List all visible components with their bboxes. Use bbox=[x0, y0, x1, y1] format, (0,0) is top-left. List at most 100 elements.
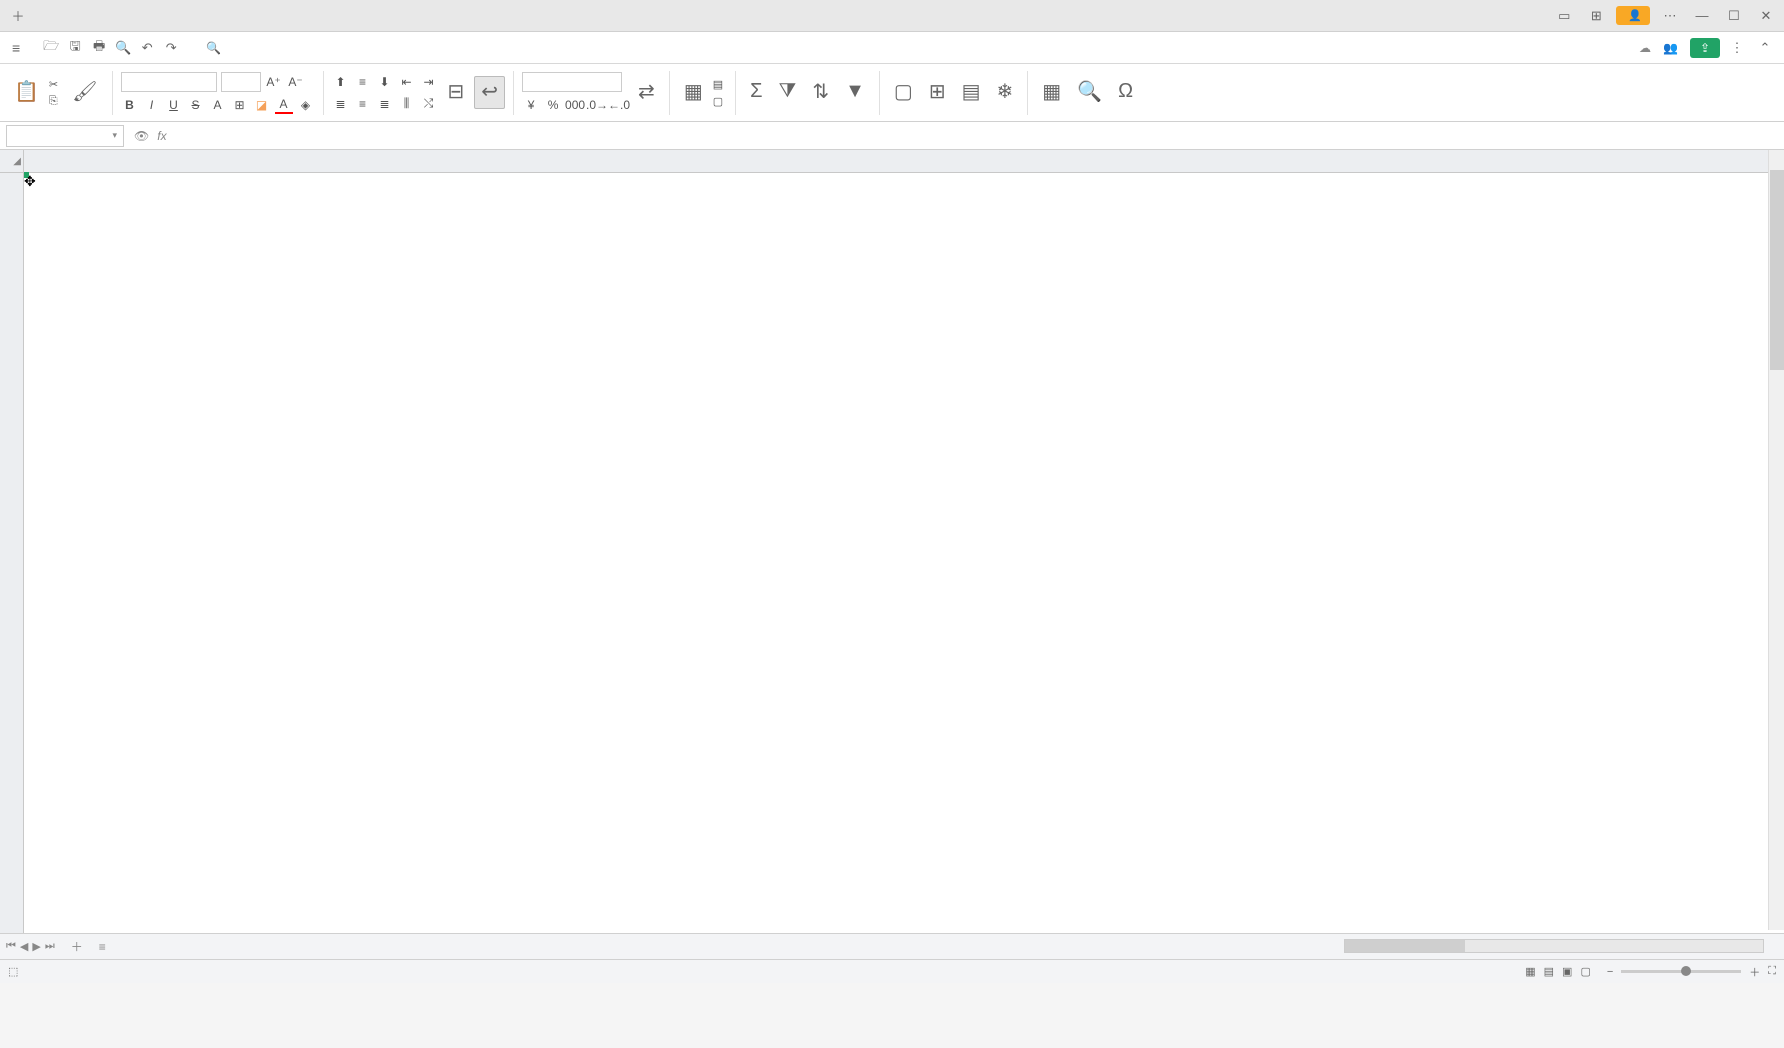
symbol-button[interactable]: Ω bbox=[1112, 78, 1139, 107]
sort-icon: ⇅ bbox=[812, 79, 829, 104]
zoom-out-icon[interactable]: − bbox=[1607, 966, 1613, 978]
freeze-button[interactable]: ❄ bbox=[990, 77, 1019, 108]
share-button[interactable]: ⇪ bbox=[1690, 38, 1720, 58]
sheet-list-button[interactable]: ≡ bbox=[91, 940, 114, 954]
dec-decimal-icon[interactable]: ←.0 bbox=[610, 96, 628, 114]
view-icon-2[interactable]: ▤ bbox=[1544, 965, 1554, 978]
new-tab-button[interactable]: ＋ bbox=[6, 4, 30, 28]
indent-right-icon[interactable]: ⇥ bbox=[420, 73, 438, 91]
selectall-corner[interactable]: ◢ bbox=[0, 150, 23, 173]
sheet-tabs: ⏮ ◀ ▶ ⏭ ＋ ≡ bbox=[0, 933, 1784, 959]
vertical-scrollbar[interactable] bbox=[1768, 150, 1784, 930]
view-icon-1[interactable]: ▦ bbox=[1525, 965, 1535, 978]
typeconv-icon: ⇄ bbox=[638, 79, 655, 104]
fill-button[interactable]: ▼ bbox=[839, 78, 871, 107]
record-icon[interactable]: ⬚ bbox=[8, 965, 18, 978]
undo-icon[interactable]: ↶ bbox=[136, 37, 158, 59]
bold-icon[interactable]: B bbox=[121, 96, 139, 114]
find-icon: 🔍 bbox=[1077, 79, 1102, 104]
horizontal-scrollbar[interactable] bbox=[1344, 939, 1764, 953]
find-button[interactable]: 🔍 bbox=[1071, 77, 1108, 108]
sheet-button[interactable]: ▤ bbox=[956, 77, 987, 108]
align-right-icon[interactable]: ≣ bbox=[376, 95, 394, 113]
align-bot-icon[interactable]: ⬇ bbox=[376, 73, 394, 91]
wrap-icon: ↩ bbox=[481, 79, 498, 104]
rowcol-icon: ⊞ bbox=[929, 79, 946, 104]
minimize-button[interactable]: — bbox=[1690, 4, 1714, 28]
redo-icon[interactable]: ↷ bbox=[160, 37, 182, 59]
table-style-button[interactable]: ▤ bbox=[713, 78, 727, 91]
login-button[interactable]: 👤 bbox=[1616, 6, 1650, 25]
align-center-icon[interactable]: ≡ bbox=[354, 95, 372, 113]
sort-button[interactable]: ⇅ bbox=[806, 77, 835, 108]
fillcolor-icon[interactable]: ◪ bbox=[253, 96, 271, 114]
copy-button[interactable]: ⎘ bbox=[49, 95, 62, 108]
hamburger-icon[interactable]: ≡ bbox=[8, 40, 24, 56]
filter-button[interactable]: ⧩ bbox=[773, 78, 803, 107]
inc-decimal-icon[interactable]: .0→ bbox=[588, 96, 606, 114]
sheet-next-icon[interactable]: ▶ bbox=[32, 940, 40, 953]
cell-icon: ▢ bbox=[894, 79, 913, 104]
italic-icon[interactable]: I bbox=[143, 96, 161, 114]
maximize-button[interactable]: ☐ bbox=[1722, 4, 1746, 28]
symbol-icon: Ω bbox=[1118, 80, 1133, 103]
view-icon-3[interactable]: ▣ bbox=[1562, 965, 1572, 978]
cell-button[interactable]: ▢ bbox=[888, 77, 919, 108]
zoom-slider[interactable] bbox=[1621, 970, 1741, 973]
sum-button[interactable]: Σ bbox=[744, 78, 768, 107]
layout-icon[interactable]: ▭ bbox=[1552, 4, 1576, 28]
fullscreen-icon[interactable]: ⛶ bbox=[1768, 965, 1776, 978]
increase-font-icon[interactable]: A⁺ bbox=[265, 73, 283, 91]
merge-button[interactable]: ⊟ bbox=[442, 77, 471, 108]
sheet-last-icon[interactable]: ⏭ bbox=[45, 940, 55, 953]
sheet-first-icon[interactable]: ⏮ bbox=[6, 940, 16, 953]
thousands-icon[interactable]: 000 bbox=[566, 96, 584, 114]
add-sheet-button[interactable]: ＋ bbox=[63, 938, 91, 955]
fontsize-select[interactable] bbox=[221, 72, 261, 92]
align-left-icon[interactable]: ≣ bbox=[332, 95, 350, 113]
type-convert-button[interactable]: ⇄ bbox=[632, 77, 661, 108]
align-mid-icon[interactable]: ≡ bbox=[354, 73, 372, 91]
spreadsheet-grid: ◢ ✥ bbox=[0, 150, 1784, 933]
distribute-icon[interactable]: ⫼ bbox=[398, 95, 416, 113]
fontcolor-icon[interactable]: A bbox=[275, 96, 293, 114]
paste-button[interactable]: 📋 bbox=[8, 77, 45, 108]
border-icon[interactable]: ⊞ bbox=[231, 96, 249, 114]
cell-style-button[interactable]: ▢ bbox=[713, 95, 727, 108]
print-icon[interactable]: 🖶 bbox=[88, 37, 110, 59]
format-brush-button[interactable]: 🖌 bbox=[66, 77, 103, 108]
apps-icon[interactable]: ⊞ bbox=[1584, 4, 1608, 28]
font-style-icon[interactable]: A bbox=[209, 96, 227, 114]
close-button[interactable]: ✕ bbox=[1754, 4, 1778, 28]
fx-eye-icon[interactable]: 👁 bbox=[134, 129, 149, 143]
sheet-prev-icon[interactable]: ◀ bbox=[20, 940, 28, 953]
cond-format-button[interactable]: ▦ bbox=[678, 77, 709, 108]
more-icon[interactable]: ⋮ bbox=[1726, 37, 1748, 59]
fx-icon[interactable]: fx bbox=[157, 129, 166, 143]
indent-left-icon[interactable]: ⇤ bbox=[398, 73, 416, 91]
underline-icon[interactable]: U bbox=[165, 96, 183, 114]
name-box[interactable]: ▾ bbox=[6, 125, 124, 147]
cut-button[interactable]: ✂ bbox=[49, 78, 62, 91]
chevron-down-icon: ▾ bbox=[112, 130, 117, 141]
strike-icon[interactable]: S bbox=[187, 96, 205, 114]
preview-icon[interactable]: 🔍 bbox=[112, 37, 134, 59]
wrap-button[interactable]: ↩ bbox=[474, 76, 505, 109]
percent-icon[interactable]: % bbox=[544, 96, 562, 114]
zoom-in-icon[interactable]: ＋ bbox=[1749, 964, 1760, 980]
condfmt-icon: ▦ bbox=[684, 79, 703, 104]
number-format-select[interactable] bbox=[522, 72, 622, 92]
collapse-ribbon-icon[interactable]: ⌃ bbox=[1754, 37, 1776, 59]
tabletool-button[interactable]: ▦ bbox=[1036, 77, 1067, 108]
settings-icon[interactable]: ⋯ bbox=[1658, 4, 1682, 28]
save-icon[interactable]: 🖫 bbox=[64, 37, 86, 59]
rowcol-button[interactable]: ⊞ bbox=[923, 77, 952, 108]
view-icon-4[interactable]: ▢ bbox=[1580, 965, 1590, 978]
open-icon[interactable]: 🗁 bbox=[40, 37, 62, 59]
decrease-font-icon[interactable]: A⁻ bbox=[287, 73, 305, 91]
font-select[interactable] bbox=[121, 72, 217, 92]
currency-icon[interactable]: ¥ bbox=[522, 96, 540, 114]
align-top-icon[interactable]: ⬆ bbox=[332, 73, 350, 91]
phonetic-icon[interactable]: ◈ bbox=[297, 96, 315, 114]
orientation-icon[interactable]: ⤭ bbox=[420, 95, 438, 113]
